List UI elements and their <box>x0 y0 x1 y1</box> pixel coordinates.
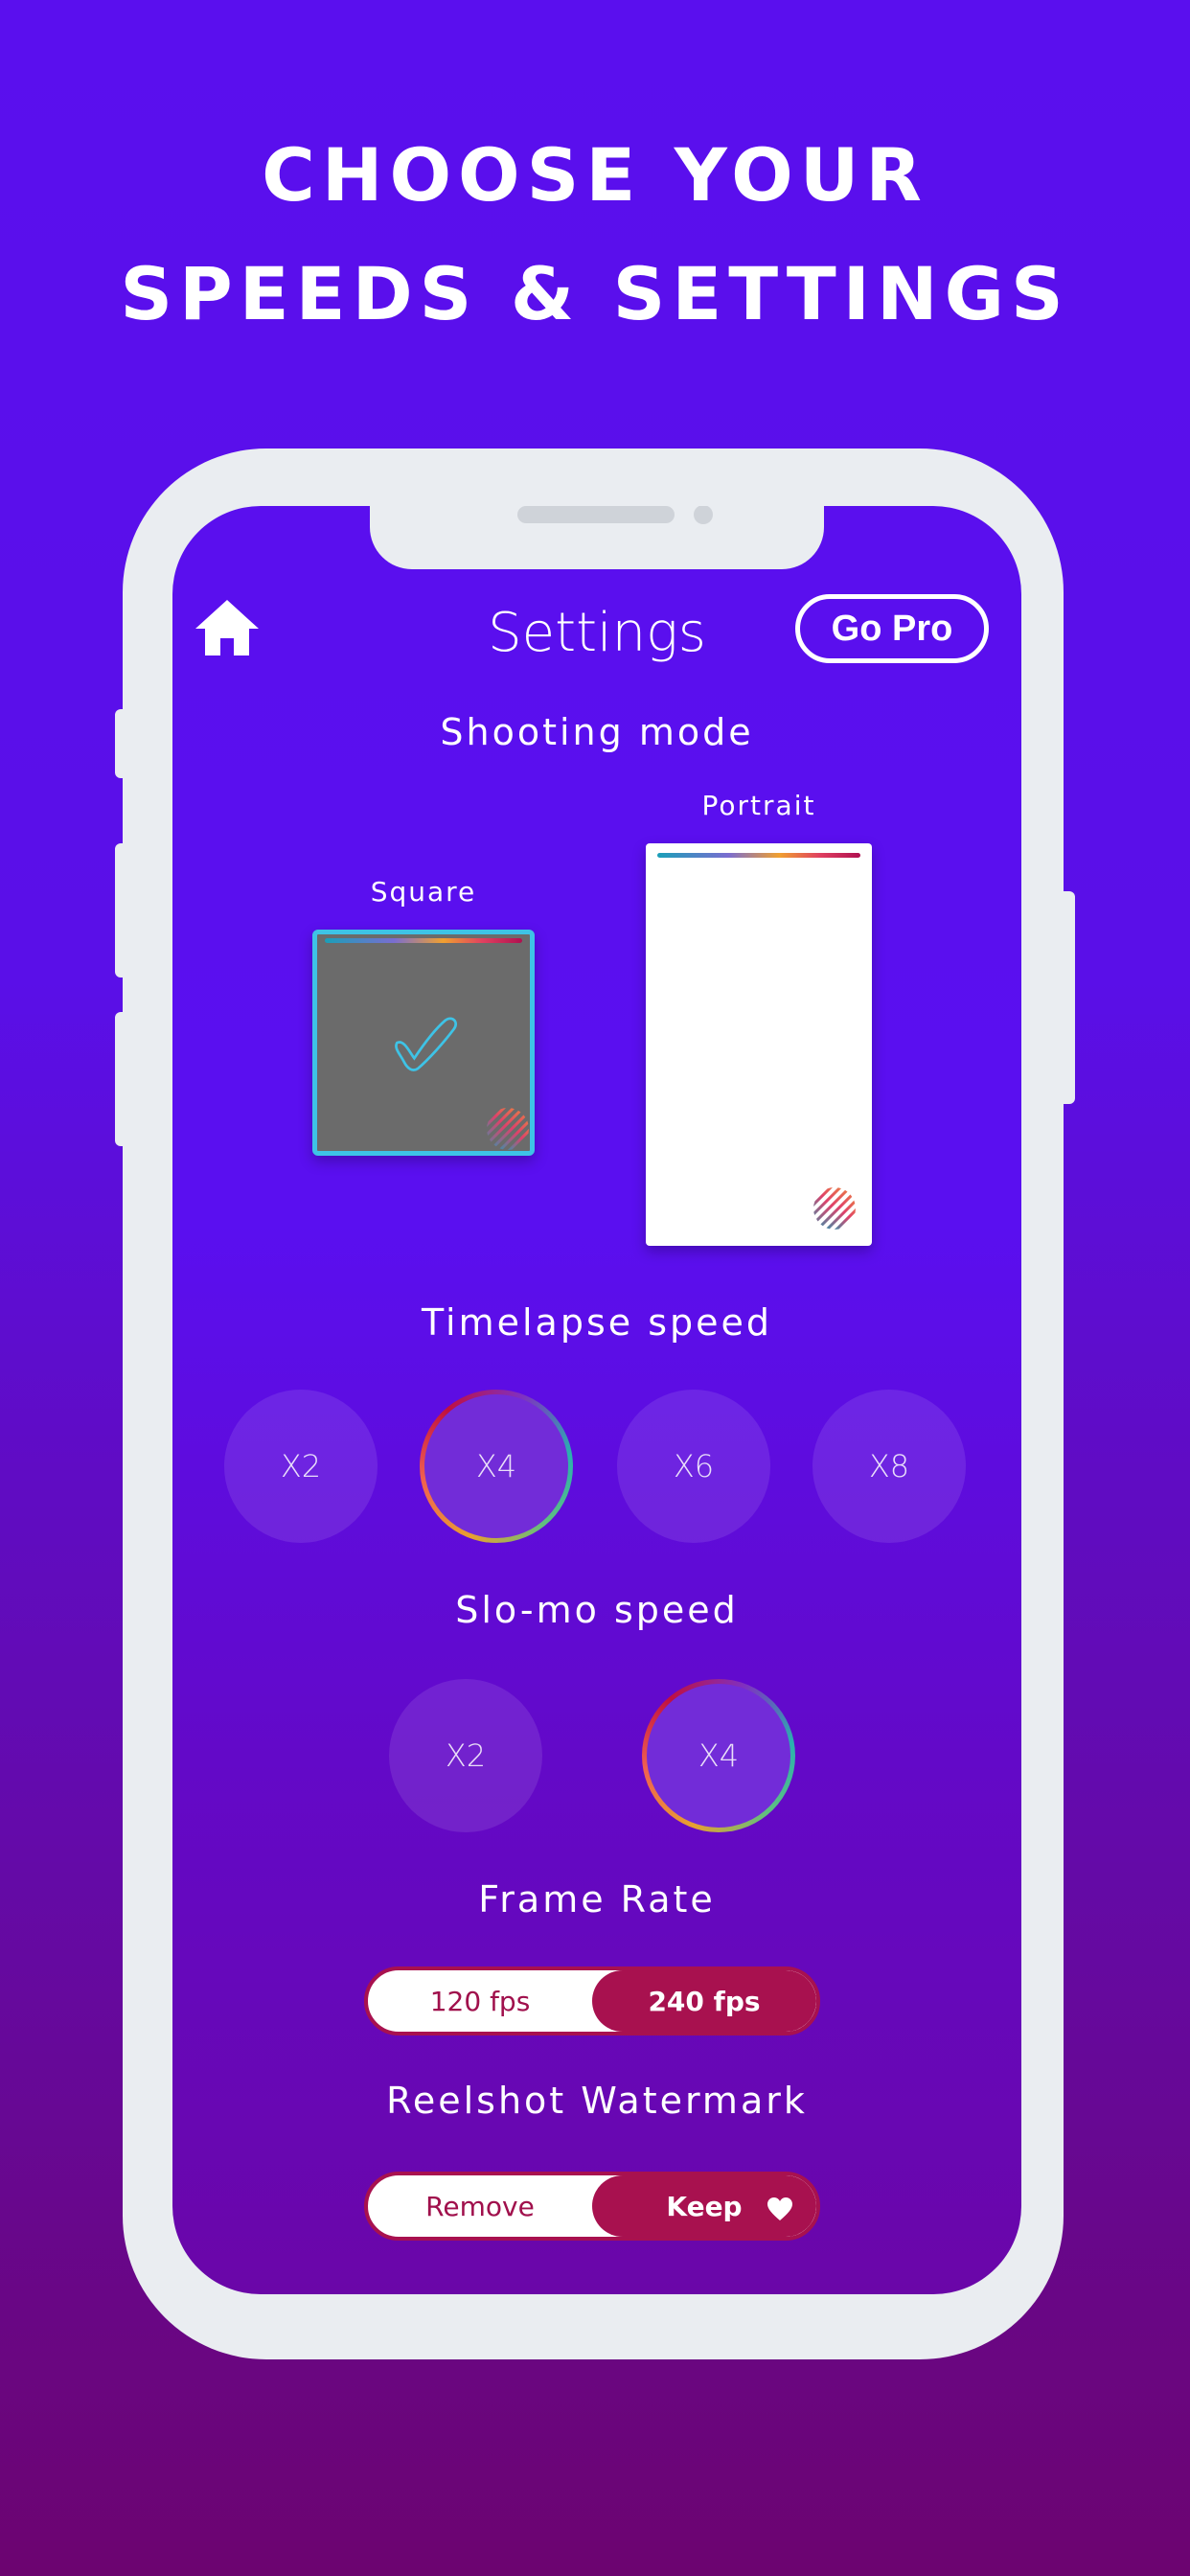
phone-notch <box>370 506 824 569</box>
portrait-mode-label: Portrait <box>701 790 816 821</box>
phone-screen: Settings Go Pro Shooting mode Square Por… <box>172 506 1021 2294</box>
frame-rate-label: Frame Rate <box>478 1878 716 1920</box>
watermark-remove-option[interactable]: Remove <box>368 2175 592 2237</box>
go-pro-button[interactable]: Go Pro <box>795 594 989 663</box>
frame-rate-toggle: 120 fps 240 fps <box>364 1966 820 2036</box>
checkmark-icon <box>395 1017 458 1071</box>
shooting-mode-label: Shooting mode <box>440 711 754 753</box>
slomo-x4-option[interactable]: X4 <box>642 1679 795 1832</box>
timelapse-x6-option[interactable]: X6 <box>617 1390 770 1543</box>
headline-line-2: SPEEDS & SETTINGS <box>120 251 1070 336</box>
headline-line-1: CHOOSE YOUR <box>262 132 928 218</box>
portrait-mode-option[interactable] <box>646 843 872 1246</box>
frame-rate-240-option[interactable]: 240 fps <box>592 1970 816 2032</box>
reelshot-logo-icon <box>487 1108 529 1150</box>
speaker-grille <box>517 506 675 523</box>
front-camera <box>694 506 713 524</box>
square-mode-option[interactable] <box>312 930 535 1156</box>
watermark-keep-label: Keep <box>666 2190 743 2222</box>
timelapse-x2-option[interactable]: X2 <box>224 1390 378 1543</box>
reelshot-logo-icon <box>813 1187 856 1230</box>
slomo-speed-label: Slo-mo speed <box>455 1589 739 1631</box>
square-mode-label: Square <box>370 876 477 908</box>
timelapse-x4-option[interactable]: X4 <box>420 1390 573 1543</box>
watermark-label: Reelshot Watermark <box>386 2080 808 2122</box>
watermark-toggle: Remove Keep <box>364 2172 820 2241</box>
frame-rate-120-option[interactable]: 120 fps <box>368 1970 592 2032</box>
timelapse-speed-label: Timelapse speed <box>421 1301 772 1344</box>
timelapse-x8-option[interactable]: X8 <box>812 1390 966 1543</box>
color-strip <box>657 853 860 858</box>
watermark-keep-option[interactable]: Keep <box>592 2175 816 2237</box>
slomo-x2-option[interactable]: X2 <box>389 1679 542 1832</box>
color-strip <box>325 938 522 943</box>
heart-icon <box>767 2197 792 2220</box>
